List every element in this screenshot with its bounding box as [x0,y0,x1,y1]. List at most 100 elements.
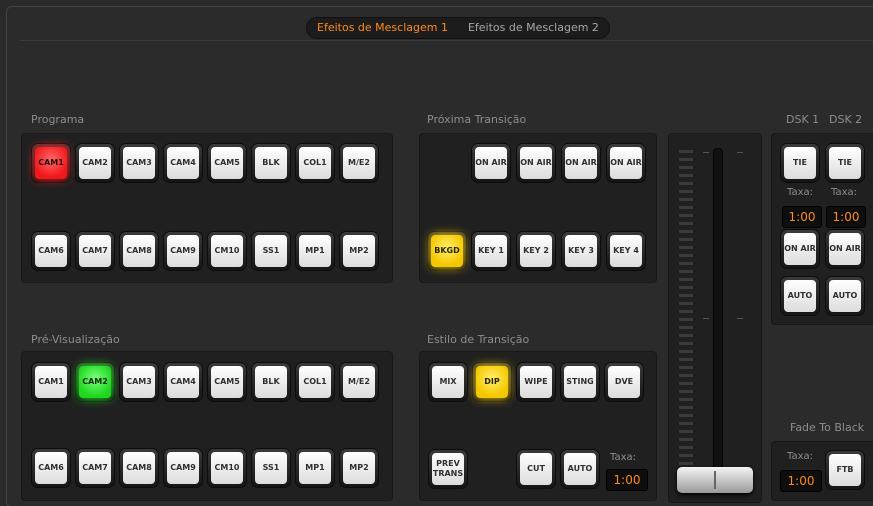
tbar-tick [679,238,693,241]
auto-button[interactable]: AUTO [561,450,599,488]
program-cam1-button[interactable]: CAM1 [32,144,70,182]
preview-cam8-button[interactable]: CAM8 [120,449,158,487]
ftb-rate-label: Taxa: [787,451,813,462]
mix-button[interactable]: MIX [429,363,467,401]
tbar-tick [679,326,693,329]
program-ss1-button[interactable]: SS1 [252,232,290,270]
program-bus: CAM1 CAM2 CAM3 CAM4 CAM5 BLK COL1 M/E2 C… [21,133,393,283]
tbar-tick [679,350,693,353]
transition-rate-label: Taxa: [610,452,636,463]
program-cam9-button[interactable]: CAM9 [164,232,202,270]
tbar-tick [679,294,693,297]
me-tabs: Efeitos de Mesclagem 1 Efeitos de Mescla… [306,17,610,39]
key1-button[interactable]: KEY 1 [472,232,510,270]
tbar-tick [679,222,693,225]
wipe-button[interactable]: WIPE [517,363,555,401]
tbar-tick [679,374,693,377]
preview-cam5-button[interactable]: CAM5 [208,363,246,401]
prev-trans-button[interactable]: PREV TRANS [429,450,467,488]
cut-button[interactable]: CUT [517,450,555,488]
switcher-app: Efeitos de Mesclagem 1 Efeitos de Mescla… [0,0,873,506]
dsk1-rate-label: Taxa: [787,187,813,198]
tbar-tick [679,422,693,425]
program-cam5-button[interactable]: CAM5 [208,144,246,182]
preview-cm10-button[interactable]: CM10 [208,449,246,487]
dsk2-rate-field[interactable]: 1:00 [826,206,866,228]
tab-me1[interactable]: Efeitos de Mesclagem 1 [307,18,458,38]
tbar-tick [679,398,693,401]
tab-me2[interactable]: Efeitos de Mesclagem 2 [458,18,609,38]
bkgd-button[interactable]: BKGD [428,232,466,270]
program-label: Programa [31,113,85,126]
tbar-tick [679,382,693,385]
ftb-panel: Taxa: 1:00 FTB [771,441,873,501]
tbar-handle[interactable] [677,467,753,493]
program-cam3-button[interactable]: CAM3 [120,144,158,182]
program-mp1-button[interactable]: MP1 [296,232,334,270]
tbar-tick [679,462,693,465]
preview-cam2-button[interactable]: CAM2 [76,363,114,401]
ftb-label: Fade To Black [790,421,865,434]
tbar-tick [679,166,693,169]
preview-cam1-button[interactable]: CAM1 [32,363,70,401]
dsk2-onair-button[interactable]: ON AIR [826,230,864,268]
ftb-rate-field[interactable]: 1:00 [780,470,822,492]
preview-cam9-button[interactable]: CAM9 [164,449,202,487]
preview-mp1-button[interactable]: MP1 [296,449,334,487]
tbar-tick [679,206,693,209]
program-cm10-button[interactable]: CM10 [208,232,246,270]
tbar-tickmark [703,152,709,153]
preview-cam4-button[interactable]: CAM4 [164,363,202,401]
tbar-tick [679,438,693,441]
program-cam4-button[interactable]: CAM4 [164,144,202,182]
preview-mp2-button[interactable]: MP2 [340,449,378,487]
preview-col1-button[interactable]: COL1 [296,363,334,401]
tbar-tick [679,278,693,281]
tbar-tick [679,358,693,361]
tbar-tickmark [737,152,743,153]
preview-cam6-button[interactable]: CAM6 [32,449,70,487]
program-cam6-button[interactable]: CAM6 [32,232,70,270]
ftb-button[interactable]: FTB [826,451,864,489]
tbar-tick [679,310,693,313]
program-cam7-button[interactable]: CAM7 [76,232,114,270]
dsk2-tie-button[interactable]: TIE [826,144,864,182]
program-blk-button[interactable]: BLK [252,144,290,182]
key3-button[interactable]: KEY 3 [562,232,600,270]
key2-button[interactable]: KEY 2 [517,232,555,270]
program-cam8-button[interactable]: CAM8 [120,232,158,270]
dip-button[interactable]: DIP [473,363,511,401]
preview-cam7-button[interactable]: CAM7 [76,449,114,487]
tbar-tick [679,302,693,305]
tbar-tick [679,286,693,289]
dsk1-rate-field[interactable]: 1:00 [782,206,822,228]
transition-rate-field[interactable]: 1:00 [606,469,648,491]
dsk1-onair-button[interactable]: ON AIR [781,230,819,268]
program-me2-button[interactable]: M/E2 [340,144,378,182]
tbar-tick [679,318,693,321]
program-cam2-button[interactable]: CAM2 [76,144,114,182]
dsk1-auto-button[interactable]: AUTO [781,277,819,315]
dsk1-tie-button[interactable]: TIE [781,144,819,182]
preview-blk-button[interactable]: BLK [252,363,290,401]
dve-button[interactable]: DVE [605,363,643,401]
tbar-tick [679,262,693,265]
preview-ss1-button[interactable]: SS1 [252,449,290,487]
tbar-tickmark [703,318,709,319]
tbar-tick [679,158,693,161]
tbar-tick [679,454,693,457]
dsk2-auto-button[interactable]: AUTO [826,277,864,315]
preview-me2-button[interactable]: M/E2 [340,363,378,401]
tbar-tick [679,198,693,201]
onair-key4-button[interactable]: ON AIR [607,144,645,182]
divider [20,40,873,41]
program-mp2-button[interactable]: MP2 [340,232,378,270]
preview-cam3-button[interactable]: CAM3 [120,363,158,401]
program-col1-button[interactable]: COL1 [296,144,334,182]
onair-key2-button[interactable]: ON AIR [517,144,555,182]
onair-key1-button[interactable]: ON AIR [472,144,510,182]
onair-key3-button[interactable]: ON AIR [562,144,600,182]
tbar-tick [679,334,693,337]
key4-button[interactable]: KEY 4 [607,232,645,270]
sting-button[interactable]: STING [561,363,599,401]
